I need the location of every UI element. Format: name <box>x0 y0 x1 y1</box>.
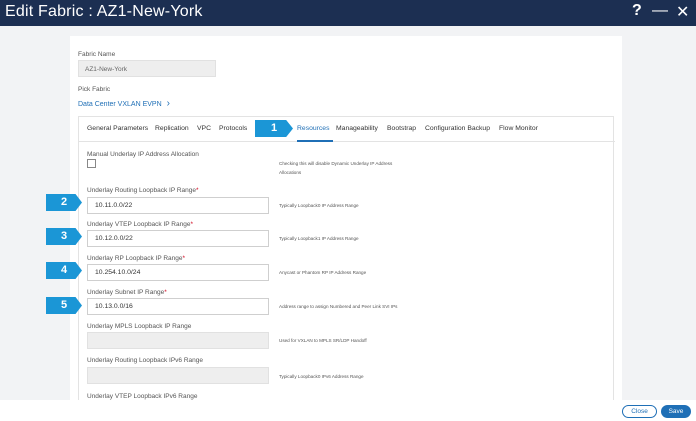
help-icon[interactable]: ? <box>632 2 642 20</box>
callout-1: 1 <box>255 120 293 137</box>
underlay-vtep-loopback-label: Underlay VTEP Loopback IP Range* <box>87 221 193 228</box>
tab-protocols[interactable]: Protocols <box>219 125 247 132</box>
underlay-routing-loopback-input[interactable]: 10.11.0.0/22 <box>87 197 269 214</box>
close-icon[interactable]: ✕ <box>676 2 689 22</box>
pick-fabric-label: Pick Fabric <box>78 86 111 93</box>
underlay-subnet-ip-input[interactable]: 10.13.0.0/16 <box>87 298 269 315</box>
chevron-right-icon: › <box>166 98 170 109</box>
underlay-vtep-loopback-input[interactable]: 10.12.0.0/22 <box>87 230 269 247</box>
underlay-rp-loopback-label: Underlay RP Loopback IP Range* <box>87 255 186 262</box>
underlay-vtep-loopback-ipv6-label: Underlay VTEP Loopback IPv6 Range <box>87 393 198 400</box>
tab-vpc[interactable]: VPC <box>197 125 211 132</box>
tab-bootstrap[interactable]: Bootstrap <box>387 125 416 132</box>
minimize-icon[interactable]: — <box>652 2 668 20</box>
underlay-rp-loopback-help: Anycast or Phantom RP IP Address Range <box>279 270 367 275</box>
underlay-subnet-ip-help: Address range to assign Numbered and Pee… <box>279 304 398 309</box>
fabric-name-label: Fabric Name <box>78 51 116 58</box>
manual-allocation-label: Manual Underlay IP Address Allocation <box>87 151 199 158</box>
underlay-routing-loopback-ipv6-label: Underlay Routing Loopback IPv6 Range <box>87 357 203 364</box>
required-marker: * <box>182 255 186 262</box>
underlay-routing-loopback-ipv6-help: Typically Loopback0 IPv6 Address Range <box>279 374 364 379</box>
underlay-mpls-loopback-input[interactable] <box>87 332 269 349</box>
title-bar: Edit Fabric : AZ1-New-York ? — ✕ <box>0 0 696 26</box>
close-button[interactable]: Close <box>622 405 657 418</box>
active-tab-indicator <box>297 140 333 142</box>
underlay-mpls-loopback-label: Underlay MPLS Loopback IP Range <box>87 323 192 330</box>
underlay-vtep-loopback-help: Typically Loopback1 IP Address Range <box>279 236 359 241</box>
callout-3: 3 <box>46 228 82 245</box>
underlay-mpls-loopback-help: Used for VXLAN to MPLS SR/LDP Handoff <box>279 338 367 343</box>
callout-2: 2 <box>46 194 82 211</box>
window-title: Edit Fabric : AZ1-New-York <box>5 3 203 20</box>
required-marker: * <box>196 187 199 194</box>
dialog-body: Fabric Name AZ1-New-York Pick Fabric Dat… <box>0 26 696 400</box>
settings-tab-card: General Parameters Replication VPC Proto… <box>78 116 615 400</box>
manual-allocation-help: Checking this will disable Dynamic Under… <box>279 161 393 175</box>
underlay-rp-loopback-input[interactable]: 10.254.10.0/24 <box>87 264 269 281</box>
tab-resources[interactable]: Resources <box>297 125 330 132</box>
callout-4: 4 <box>46 262 82 279</box>
tab-bar: General Parameters Replication VPC Proto… <box>79 117 615 142</box>
callout-5: 5 <box>46 297 82 314</box>
underlay-routing-loopback-help: Typically Loopback0 IP Address Range <box>279 203 359 208</box>
underlay-routing-loopback-ipv6-input[interactable] <box>87 367 269 384</box>
underlay-routing-loopback-label: Underlay Routing Loopback IP Range* <box>87 187 199 194</box>
tab-flow-monitor[interactable]: Flow Monitor <box>499 125 538 132</box>
pick-fabric-value: Data Center VXLAN EVPN <box>78 101 162 108</box>
tab-replication[interactable]: Replication <box>155 125 189 132</box>
dialog-footer: Close Save <box>0 400 696 421</box>
required-marker: * <box>164 289 167 296</box>
tab-configuration-backup[interactable]: Configuration Backup <box>425 125 490 132</box>
required-marker: * <box>190 221 193 228</box>
save-button[interactable]: Save <box>661 405 691 418</box>
tab-manageability[interactable]: Manageability <box>336 125 378 132</box>
fabric-name-field: AZ1-New-York <box>78 60 216 77</box>
manual-allocation-checkbox[interactable] <box>87 159 96 168</box>
underlay-subnet-ip-label: Underlay Subnet IP Range* <box>87 289 167 296</box>
tab-general-parameters[interactable]: General Parameters <box>87 125 148 132</box>
form-panel: Fabric Name AZ1-New-York Pick Fabric Dat… <box>70 36 622 400</box>
pick-fabric-link[interactable]: Data Center VXLAN EVPN › <box>78 98 170 109</box>
